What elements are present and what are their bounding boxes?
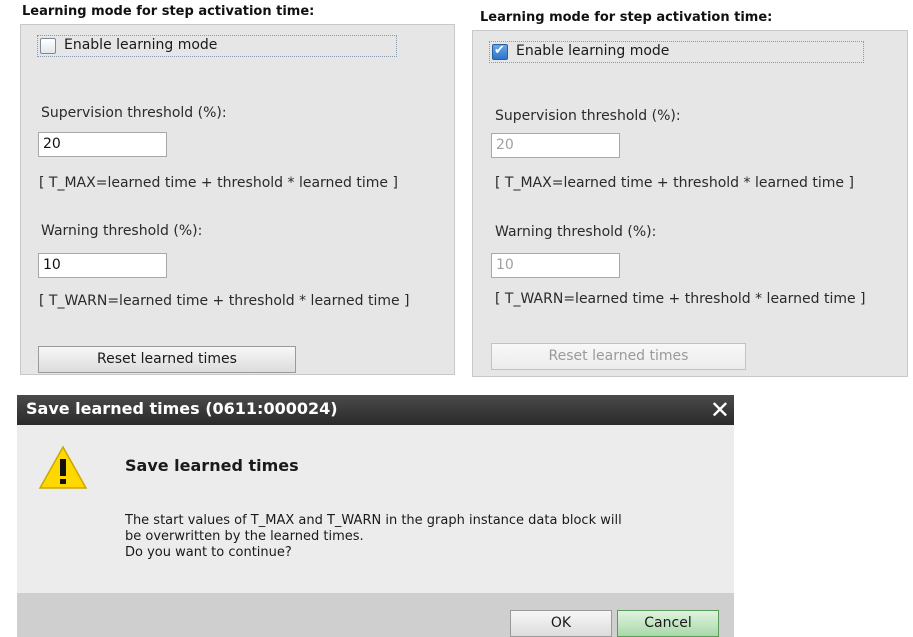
right-tmax-formula: [ T_MAX=learned time + threshold * learn… [495,175,854,191]
dialog-heading: Save learned times [125,456,299,475]
close-icon[interactable]: ✕ [710,395,730,425]
right-supervision-input[interactable]: 20 [491,133,620,158]
ok-button[interactable]: OK [510,610,612,637]
right-enable-learning-row[interactable]: Enable learning mode [489,41,864,63]
left-enable-learning-row[interactable]: Enable learning mode [37,35,397,57]
right-section-title: Learning mode for step activation time: [480,10,773,25]
dialog-message-line1: The start values of T_MAX and T_WARN in … [125,513,622,528]
dialog-body: Save learned times The start values of T… [17,425,734,593]
right-twarn-formula: [ T_WARN=learned time + threshold * lear… [495,291,866,307]
right-reset-learned-times-button[interactable]: Reset learned times [491,343,746,370]
right-warning-input[interactable]: 10 [491,253,620,278]
right-enable-learning-checkbox[interactable] [492,43,508,60]
dialog-message-line3: Do you want to continue? [125,545,292,560]
right-warning-label: Warning threshold (%): [495,224,657,240]
dialog-title: Save learned times (0611:000024) [26,399,338,418]
warning-icon [38,445,88,489]
left-twarn-formula: [ T_WARN=learned time + threshold * lear… [39,293,410,309]
left-warning-input[interactable]: 10 [38,253,167,278]
right-supervision-label: Supervision threshold (%): [495,108,681,124]
left-tmax-formula: [ T_MAX=learned time + threshold * learn… [39,175,398,191]
dialog-message-line2: be overwritten by the learned times. [125,529,364,544]
cancel-button[interactable]: Cancel [617,610,719,637]
left-reset-learned-times-button[interactable]: Reset learned times [38,346,296,373]
left-supervision-input[interactable]: 20 [38,132,167,157]
dialog-footer: OK Cancel [17,593,734,637]
left-panel: Enable learning mode Supervision thresho… [20,24,455,375]
left-warning-label: Warning threshold (%): [41,223,203,239]
left-supervision-label: Supervision threshold (%): [41,105,227,121]
dialog-message: The start values of T_MAX and T_WARN in … [125,513,622,561]
left-section-title: Learning mode for step activation time: [22,4,315,19]
left-enable-learning-label: Enable learning mode [64,37,218,53]
right-enable-learning-label: Enable learning mode [516,43,670,59]
right-panel: Enable learning mode Supervision thresho… [472,30,908,377]
left-enable-learning-checkbox[interactable] [40,38,56,54]
save-learned-times-dialog: Save learned times (0611:000024) ✕ Save … [17,395,734,637]
dialog-title-bar: Save learned times (0611:000024) ✕ [17,395,734,425]
